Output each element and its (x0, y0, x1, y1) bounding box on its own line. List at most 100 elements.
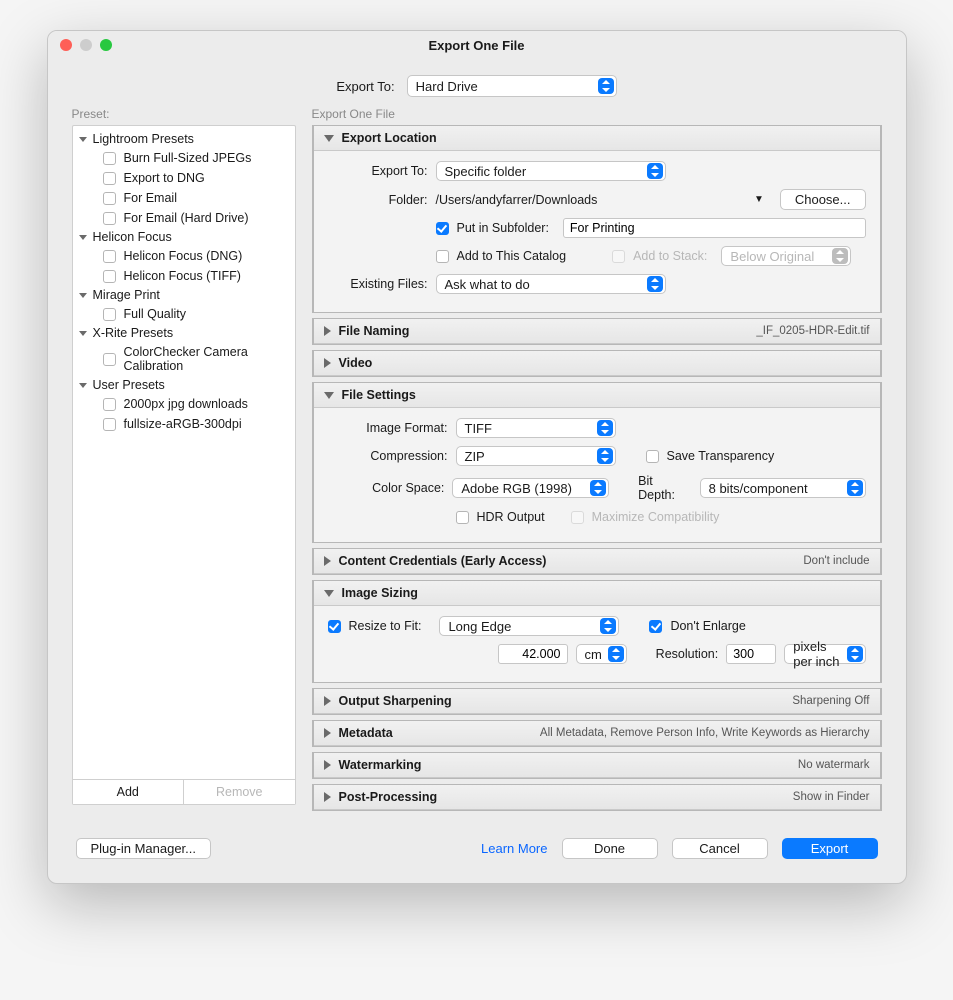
dimension-unit-select[interactable]: cm (576, 644, 627, 664)
dont-enlarge-checkbox[interactable] (649, 620, 662, 633)
select-value: cm (585, 647, 602, 662)
panel-header[interactable]: Watermarking No watermark (314, 753, 880, 778)
group-user-presets[interactable]: User Presets (73, 376, 295, 394)
preset-item[interactable]: Helicon Focus (TIFF) (73, 266, 295, 286)
checkbox-icon[interactable] (103, 172, 116, 185)
panel-title: File Settings (342, 388, 416, 402)
save-transparency-checkbox[interactable] (646, 450, 659, 463)
cancel-button[interactable]: Cancel (672, 838, 768, 859)
hdr-output-checkbox[interactable] (456, 511, 469, 524)
panel-header[interactable]: File Settings (314, 383, 880, 408)
resize-to-fit-label: Resize to Fit: (349, 619, 422, 633)
checkbox-icon[interactable] (103, 212, 116, 225)
export-to-label: Export To: (328, 164, 428, 178)
panel-title: Video (339, 356, 373, 370)
chevron-updown-icon (847, 646, 863, 662)
chevron-updown-icon (608, 646, 624, 662)
preset-item[interactable]: For Email (Hard Drive) (73, 208, 295, 228)
add-to-catalog-checkbox[interactable] (436, 250, 449, 263)
preset-item[interactable]: fullsize-aRGB-300dpi (73, 414, 295, 434)
preset-label: Burn Full-Sized JPEGs (124, 151, 252, 165)
add-to-stack-label: Add to Stack: (633, 249, 707, 263)
panel-header[interactable]: File Naming _IF_0205-HDR-Edit.tif (314, 319, 880, 344)
resolution-input[interactable] (726, 644, 776, 664)
chevron-down-icon (324, 392, 334, 399)
panel-metadata: Metadata All Metadata, Remove Person Inf… (312, 720, 882, 747)
checkbox-icon[interactable] (103, 308, 116, 321)
panel-summary: All Metadata, Remove Person Info, Write … (540, 727, 870, 739)
choose-folder-button[interactable]: Choose... (780, 189, 866, 210)
chevron-down-icon (324, 135, 334, 142)
chevron-updown-icon (597, 448, 613, 464)
image-format-label: Image Format: (328, 421, 448, 435)
panel-header[interactable]: Metadata All Metadata, Remove Person Inf… (314, 721, 880, 746)
checkbox-icon[interactable] (103, 152, 116, 165)
learn-more-link[interactable]: Learn More (481, 841, 547, 856)
add-to-stack-checkbox (612, 250, 625, 263)
panel-video: Video (312, 350, 882, 377)
preset-item[interactable]: 2000px jpg downloads (73, 394, 295, 414)
footer: Plug-in Manager... Learn More Done Cance… (48, 826, 906, 883)
select-value: 8 bits/component (709, 481, 808, 496)
panel-header[interactable]: Export Location (314, 126, 880, 151)
panel-header[interactable]: Video (314, 351, 880, 376)
preset-sidebar: Lightroom Presets Burn Full-Sized JPEGs … (72, 125, 296, 805)
preset-item[interactable]: ColorChecker Camera Calibration (73, 342, 295, 376)
panel-title: Metadata (339, 726, 393, 740)
select-value: pixels per inch (793, 639, 840, 669)
select-value: Adobe RGB (1998) (461, 481, 572, 496)
preset-item[interactable]: Burn Full-Sized JPEGs (73, 148, 295, 168)
export-to-folder-select[interactable]: Specific folder (436, 161, 666, 181)
folder-label: Folder: (328, 193, 428, 207)
export-button[interactable]: Export (782, 838, 878, 859)
compression-select[interactable]: ZIP (456, 446, 616, 466)
panel-header[interactable]: Post-Processing Show in Finder (314, 785, 880, 810)
preset-item[interactable]: Helicon Focus (DNG) (73, 246, 295, 266)
resize-to-fit-checkbox[interactable] (328, 620, 341, 633)
bit-depth-select[interactable]: 8 bits/component (700, 478, 866, 498)
preset-item[interactable]: Export to DNG (73, 168, 295, 188)
caret-down-icon[interactable]: ▼ (754, 194, 764, 205)
group-mirage-print[interactable]: Mirage Print (73, 286, 295, 304)
group-xrite-presets[interactable]: X-Rite Presets (73, 324, 295, 342)
chevron-right-icon (324, 792, 331, 802)
plugin-manager-button[interactable]: Plug-in Manager... (76, 838, 212, 859)
resize-to-fit-select[interactable]: Long Edge (439, 616, 619, 636)
resolution-unit-select[interactable]: pixels per inch (784, 644, 865, 664)
group-helicon-focus[interactable]: Helicon Focus (73, 228, 295, 246)
checkbox-icon[interactable] (103, 398, 116, 411)
select-value: Specific folder (445, 164, 527, 179)
group-lightroom-presets[interactable]: Lightroom Presets (73, 130, 295, 148)
checkbox-icon[interactable] (103, 192, 116, 205)
checkbox-icon[interactable] (103, 270, 116, 283)
panel-header[interactable]: Image Sizing (314, 581, 880, 606)
color-space-select[interactable]: Adobe RGB (1998) (452, 478, 608, 498)
preset-item[interactable]: Full Quality (73, 304, 295, 324)
export-to-label: Export To: (336, 79, 394, 94)
done-button[interactable]: Done (562, 838, 658, 859)
dimension-input[interactable] (498, 644, 568, 664)
panel-header[interactable]: Output Sharpening Sharpening Off (314, 689, 880, 714)
preset-label: For Email (Hard Drive) (124, 211, 249, 225)
save-transparency-label: Save Transparency (667, 449, 775, 463)
panel-content-credentials: Content Credentials (Early Access) Don't… (312, 548, 882, 575)
put-in-subfolder-checkbox[interactable] (436, 222, 449, 235)
checkbox-icon[interactable] (103, 418, 116, 431)
panels-subtitle: Export One File (312, 107, 882, 121)
chevron-updown-icon (598, 78, 614, 94)
group-label: Helicon Focus (93, 230, 172, 244)
preset-item[interactable]: For Email (73, 188, 295, 208)
preset-label: For Email (124, 191, 177, 205)
add-preset-button[interactable]: Add (73, 780, 184, 804)
checkbox-icon[interactable] (103, 250, 116, 263)
subfolder-input[interactable] (563, 218, 866, 238)
existing-files-select[interactable]: Ask what to do (436, 274, 666, 294)
panel-header[interactable]: Content Credentials (Early Access) Don't… (314, 549, 880, 574)
checkbox-icon[interactable] (103, 353, 116, 366)
export-to-select[interactable]: Hard Drive (407, 75, 617, 97)
preset-label: 2000px jpg downloads (124, 397, 248, 411)
group-label: User Presets (93, 378, 165, 392)
image-format-select[interactable]: TIFF (456, 418, 616, 438)
chevron-updown-icon (847, 480, 863, 496)
compression-label: Compression: (328, 449, 448, 463)
